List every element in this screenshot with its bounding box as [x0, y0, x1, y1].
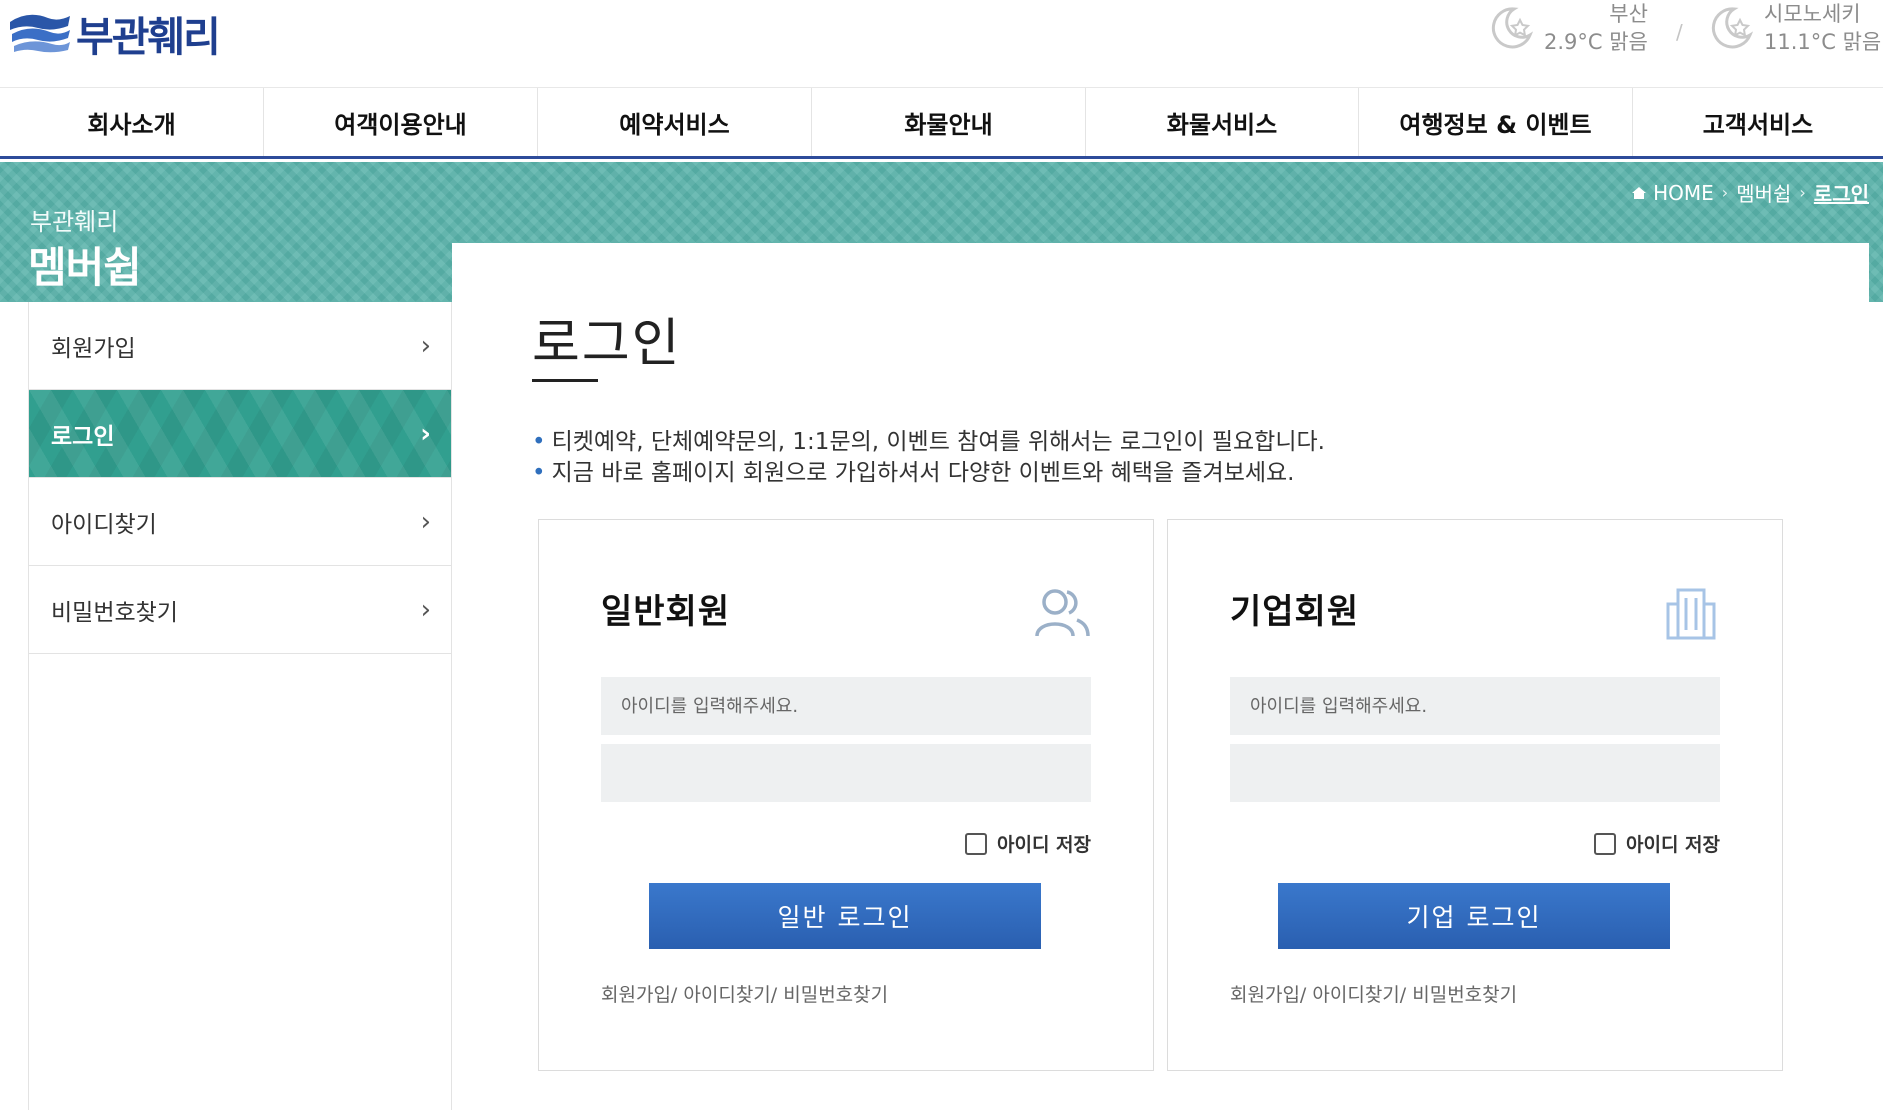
page-title: 로그인: [532, 314, 682, 374]
breadcrumb-separator: ›: [1721, 183, 1729, 202]
section-title: 멤버쉽: [28, 243, 142, 292]
card-title: 일반회원: [601, 592, 731, 632]
card-title: 기업회원: [1230, 592, 1360, 632]
notice-text: 티켓예약, 단체예약문의, 1:1문의, 이벤트 참여를 위해서는 로그인이 필…: [551, 429, 1325, 455]
main-navigation: 회사소개 여객이용안내 예약서비스 화물안내 화물서비스 여행정보 & 이벤트 …: [0, 87, 1883, 159]
sidebar-item-login[interactable]: 로그인 ›: [29, 390, 451, 478]
link-find-password[interactable]: 비밀번호찾기: [1412, 984, 1517, 1006]
weather-temp: 11.1°C 맑음: [1764, 30, 1882, 54]
chevron-right-icon: ›: [420, 418, 431, 449]
notice-line: • 지금 바로 홈페이지 회원으로 가입하셔서 다양한 이벤트와 혜택을 즐겨보세…: [532, 458, 1325, 489]
general-login-button[interactable]: 일반 로그인: [649, 883, 1041, 949]
top-header: 부관훼리 부산 2.9°C 맑음 / 시모노세키 11.1°C 맑음: [0, 0, 1883, 87]
weather-city: 시모노세키: [1764, 2, 1861, 26]
title-underline: [532, 379, 598, 382]
breadcrumb: HOME › 멤버쉽 › 로그인: [1631, 178, 1869, 207]
save-id-label: 아이디 저장: [1625, 834, 1720, 856]
nav-company[interactable]: 회사소개: [0, 88, 264, 156]
clear-night-icon: [1711, 7, 1754, 49]
site-logo[interactable]: 부관훼리: [8, 6, 221, 61]
link-find-id[interactable]: 아이디찾기/: [683, 984, 777, 1006]
sidebar-item-find-id[interactable]: 아이디찾기 ›: [29, 478, 451, 566]
chevron-right-icon: ›: [420, 330, 431, 361]
save-id-checkbox[interactable]: [964, 832, 987, 855]
weather-city: 부산: [1609, 2, 1648, 26]
save-id-label: 아이디 저장: [996, 834, 1091, 856]
logo-wordmark: 부관훼리: [76, 13, 221, 61]
breadcrumb-membership[interactable]: 멤버쉽: [1736, 178, 1791, 207]
weather-shimonoseki: 시모노세키 11.1°C 맑음: [1708, 0, 1881, 56]
building-icon: [1666, 588, 1716, 640]
card-links: 회원가입/ 아이디찾기/ 비밀번호찾기: [1230, 980, 1517, 1007]
breadcrumb-home[interactable]: HOME: [1653, 181, 1714, 205]
link-find-password[interactable]: 비밀번호찾기: [783, 984, 888, 1006]
bullet-icon: •: [532, 460, 546, 486]
notice-line: • 티켓예약, 단체예약문의, 1:1문의, 이벤트 참여를 위해서는 로그인이 …: [532, 427, 1325, 458]
nav-travel-events[interactable]: 여행정보 & 이벤트: [1359, 88, 1633, 156]
general-member-card: 일반회원 아이디 저장 일반 로그인 회원가입/ 아이디찾기/ 비밀번호찾기: [538, 519, 1154, 1071]
general-id-input[interactable]: [601, 677, 1091, 735]
business-member-card: 기업회원 아이디 저장 기업 로그인 회원가입/ 아이디찾기/ 비밀번호찾기: [1167, 519, 1783, 1071]
card-links: 회원가입/ 아이디찾기/ 비밀번호찾기: [601, 980, 888, 1007]
sidebar-item-label: 비밀번호찾기: [51, 599, 178, 626]
chevron-right-icon: ›: [420, 594, 431, 625]
save-id-checkbox[interactable]: [1593, 832, 1616, 855]
sidebar-item-label: 로그인: [51, 423, 115, 450]
home-icon: [1632, 186, 1647, 199]
login-notice: • 티켓예약, 단체예약문의, 1:1문의, 이벤트 참여를 위해서는 로그인이 …: [532, 427, 1325, 489]
bullet-icon: •: [532, 429, 546, 455]
link-signup[interactable]: 회원가입/: [601, 984, 677, 1006]
nav-cargo-service[interactable]: 화물서비스: [1086, 88, 1359, 156]
business-save-id[interactable]: 아이디 저장: [1593, 830, 1720, 857]
sidebar-item-signup[interactable]: 회원가입 ›: [29, 302, 451, 390]
nav-passenger-guide[interactable]: 여객이용안내: [264, 88, 538, 156]
weather-separator: /: [1676, 20, 1683, 44]
section-subtitle: 부관훼리: [30, 208, 119, 236]
chevron-right-icon: ›: [420, 506, 431, 537]
link-signup[interactable]: 회원가입/: [1230, 984, 1306, 1006]
sidebar-item-label: 아이디찾기: [51, 511, 157, 538]
business-password-input[interactable]: [1230, 744, 1720, 802]
link-find-id[interactable]: 아이디찾기/: [1312, 984, 1406, 1006]
main-content: 로그인 • 티켓예약, 단체예약문의, 1:1문의, 이벤트 참여를 위해서는 로…: [452, 243, 1869, 1110]
sidebar-item-label: 회원가입: [51, 335, 136, 362]
breadcrumb-separator: ›: [1799, 183, 1806, 202]
weather-temp: 2.9°C 맑음: [1544, 30, 1648, 54]
notice-text: 지금 바로 홈페이지 회원으로 가입하셔서 다양한 이벤트와 혜택을 즐겨보세요…: [551, 460, 1295, 486]
nav-reservation[interactable]: 예약서비스: [538, 88, 812, 156]
general-password-input[interactable]: [601, 744, 1091, 802]
sidebar-item-find-password[interactable]: 비밀번호찾기 ›: [29, 566, 451, 654]
breadcrumb-current[interactable]: 로그인: [1814, 178, 1869, 207]
nav-cargo-guide[interactable]: 화물안내: [812, 88, 1086, 156]
nav-customer-service[interactable]: 고객서비스: [1633, 88, 1883, 156]
ship-logo-icon: [10, 14, 70, 53]
clear-night-icon: [1491, 7, 1534, 49]
weather-busan: 부산 2.9°C 맑음: [1488, 0, 1648, 56]
general-save-id[interactable]: 아이디 저장: [964, 830, 1091, 857]
users-icon: [1035, 589, 1090, 637]
sidebar: 회원가입 › 로그인 › 아이디찾기 › 비밀번호찾기 ›: [28, 302, 452, 1110]
business-login-button[interactable]: 기업 로그인: [1278, 883, 1670, 949]
business-id-input[interactable]: [1230, 677, 1720, 735]
